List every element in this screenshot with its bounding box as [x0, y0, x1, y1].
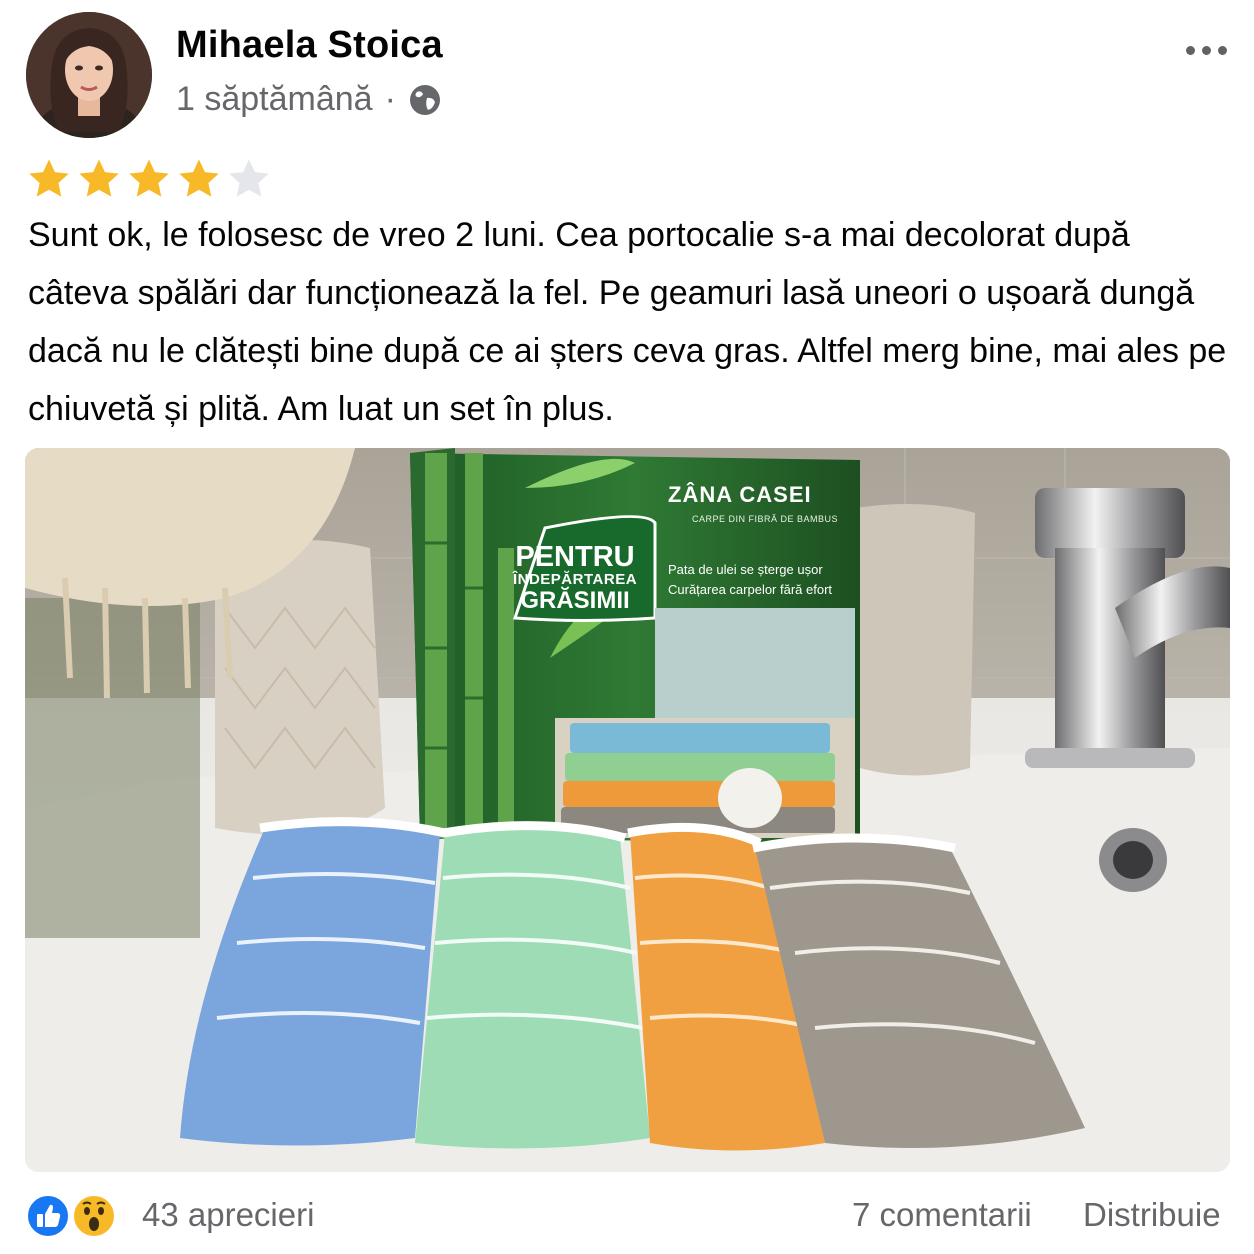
author-name[interactable]: Mihaela Stoica: [176, 24, 443, 67]
box-badge-line3: GRĂSIMII: [520, 587, 630, 615]
star-empty-icon: [229, 159, 269, 197]
star-filled-icon: [29, 159, 69, 197]
box-subtitle: CARPE DIN FIBRĂ DE BAMBUS: [692, 514, 839, 524]
like-icon: [26, 1194, 70, 1238]
star-filled-icon: [179, 159, 219, 197]
box-badge: PENTRU ÎNDEPĂRTAREA GRĂSIMII: [500, 541, 650, 615]
review-post: Mihaela Stoica 1 săptămână · Sunt ok, le…: [0, 0, 1254, 1254]
review-text: Sunt ok, le folosesc de vreo 2 luni. Cea…: [28, 216, 1227, 428]
box-brand: ZÂNA CASEI: [668, 482, 812, 507]
more-dot-icon: [1217, 45, 1227, 55]
share-link[interactable]: Distribuie: [1083, 1196, 1221, 1234]
star-filled-icon: [129, 159, 169, 197]
product-photo[interactable]: ZÂNA CASEI CARPE DIN FIBRĂ DE BAMBUS PEN…: [25, 448, 1230, 1172]
more-dot-icon: [1185, 45, 1195, 55]
comments-link[interactable]: 7 comentarii: [852, 1196, 1032, 1234]
box-badge-line2: ÎNDEPĂRTAREA: [512, 571, 638, 589]
box-badge-line1: PENTRU: [515, 541, 635, 573]
post-meta: 1 săptămână ·: [176, 80, 442, 119]
post-time[interactable]: 1 săptămână: [176, 80, 373, 119]
star-filled-icon: [79, 159, 119, 197]
more-options-button[interactable]: [1180, 30, 1232, 70]
globe-icon[interactable]: [408, 83, 442, 117]
meta-separator: ·: [384, 80, 396, 118]
wow-icon: [72, 1194, 116, 1238]
likes-count[interactable]: 43 aprecieri: [142, 1196, 314, 1234]
reaction-icons[interactable]: [26, 1194, 118, 1240]
more-dot-icon: [1201, 45, 1211, 55]
author-avatar[interactable]: [26, 12, 152, 138]
box-claim-2: Curățarea carpelor fără efort: [668, 582, 833, 597]
star-rating: [26, 156, 272, 202]
box-claim-1: Pata de ulei se șterge ușor: [668, 562, 823, 577]
avatar-portrait: [26, 12, 152, 138]
